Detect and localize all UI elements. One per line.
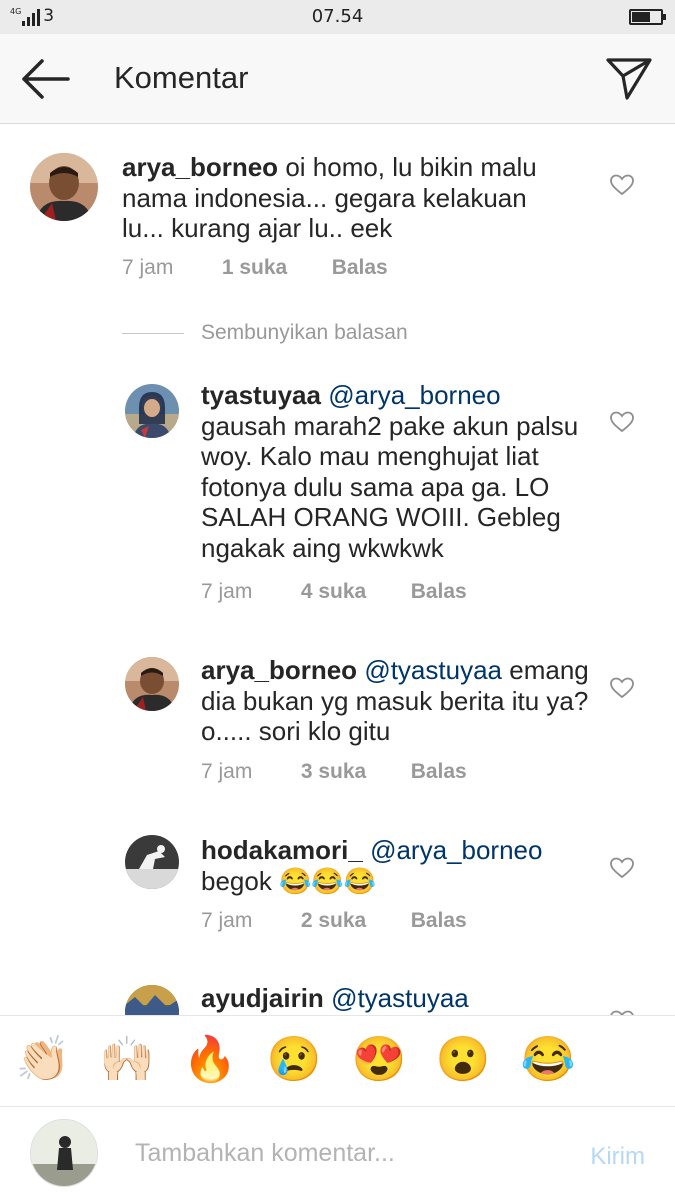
- reply-likes[interactable]: 3 suka: [301, 760, 405, 784]
- hide-replies-toggle[interactable]: Sembunyikan balasan: [122, 318, 408, 348]
- reply-item: hodakamori_ @arya_borneo begok 😂😂😂 7 jam…: [0, 825, 675, 955]
- reply-time: 7 jam: [201, 909, 253, 932]
- comment-composer: Kirim: [0, 1107, 675, 1200]
- emoji-quick-bar: 👏🏻 🙌🏻 🔥 😢 😍 😮 😂: [0, 1015, 675, 1107]
- heart-icon: [610, 174, 634, 196]
- reply-username[interactable]: ayudjairin: [201, 983, 324, 1013]
- reply-text-block: arya_borneo @tyastuyaa emang dia bukan y…: [201, 655, 591, 747]
- paper-plane-icon: [606, 58, 652, 100]
- reply-time: 7 jam: [201, 760, 253, 783]
- heart-icon: [610, 677, 634, 699]
- emoji-tears-of-joy-button[interactable]: 😂: [518, 1034, 578, 1086]
- reply-time: 7 jam: [201, 580, 253, 603]
- post-button[interactable]: Kirim: [590, 1143, 645, 1171]
- back-button[interactable]: [18, 56, 72, 102]
- reply-button[interactable]: Balas: [411, 909, 467, 933]
- reply-meta: 7 jam 2 suka Balas: [201, 909, 467, 933]
- reply-button[interactable]: Balas: [332, 256, 388, 280]
- avatar[interactable]: [125, 657, 179, 711]
- reply-likes[interactable]: 2 suka: [301, 909, 405, 933]
- status-bar: 4G 3 07.54: [0, 0, 675, 34]
- emoji-heart-eyes-button[interactable]: 😍: [349, 1034, 409, 1086]
- avatar[interactable]: [125, 835, 179, 889]
- reply-button[interactable]: Balas: [411, 580, 467, 604]
- arrow-left-icon: [22, 59, 70, 99]
- emoji-surprised-button[interactable]: 😮: [433, 1034, 493, 1086]
- reply-meta: 7 jam 3 suka Balas: [201, 760, 467, 784]
- comment-list[interactable]: arya_borneo oi homo, lu bikin malu nama …: [0, 125, 675, 1015]
- reply-button[interactable]: Balas: [411, 760, 467, 784]
- comment-meta: 7 jam 1 suka Balas: [122, 256, 388, 280]
- page-title: Komentar: [114, 60, 249, 95]
- reply-username[interactable]: hodakamori_: [201, 835, 363, 865]
- avatar[interactable]: [125, 985, 179, 1015]
- emoji-crying-button[interactable]: 😢: [264, 1034, 324, 1086]
- mention-link[interactable]: @arya_borneo: [370, 835, 542, 865]
- reply-text-block: ayudjairin @tyastuyaa: [201, 983, 591, 1014]
- comment-input[interactable]: [135, 1133, 555, 1173]
- reply-item: tyastuyaa @arya_borneo gausah marah2 pak…: [0, 370, 675, 610]
- battery-icon: [629, 9, 666, 25]
- reply-body: gausah marah2 pake akun palsu woy. Kalo …: [201, 410, 579, 563]
- heart-icon: [610, 857, 634, 879]
- reply-likes[interactable]: 4 suka: [301, 580, 405, 604]
- share-button[interactable]: [605, 54, 653, 102]
- clock: 07.54: [311, 6, 364, 27]
- like-button[interactable]: [609, 410, 635, 434]
- like-button[interactable]: [609, 676, 635, 700]
- comment-likes[interactable]: 1 suka: [222, 256, 326, 280]
- reply-item: arya_borneo @tyastuyaa emang dia bukan y…: [0, 645, 675, 795]
- emoji-clap-button[interactable]: 👏🏻: [13, 1034, 73, 1086]
- reply-body: begok 😂😂😂: [201, 865, 377, 896]
- avatar: [30, 1119, 98, 1187]
- reply-text-block: hodakamori_ @arya_borneo begok 😂😂😂: [201, 835, 591, 896]
- comment-text: arya_borneo oi homo, lu bikin malu nama …: [122, 152, 562, 244]
- mention-link[interactable]: @arya_borneo: [328, 380, 500, 410]
- heart-icon: [610, 411, 634, 433]
- comment-item: arya_borneo oi homo, lu bikin malu nama …: [0, 125, 675, 295]
- reply-item: ayudjairin @tyastuyaa: [0, 983, 675, 1015]
- comment-time: 7 jam: [122, 256, 174, 279]
- emoji-fire-button[interactable]: 🔥: [180, 1034, 240, 1086]
- header: Komentar: [0, 34, 675, 124]
- avatar[interactable]: [30, 153, 98, 221]
- mention-link[interactable]: @tyastuyaa: [331, 983, 469, 1013]
- like-button[interactable]: [609, 856, 635, 880]
- like-button[interactable]: [609, 173, 635, 197]
- divider: [122, 332, 184, 334]
- reply-meta: 7 jam 4 suka Balas: [201, 580, 467, 604]
- avatar[interactable]: [125, 384, 179, 438]
- emoji-raised-hands-button[interactable]: 🙌🏻: [97, 1034, 157, 1086]
- reply-text-block: tyastuyaa @arya_borneo gausah marah2 pak…: [201, 380, 591, 563]
- reply-username[interactable]: arya_borneo: [201, 655, 357, 685]
- comment-username[interactable]: arya_borneo: [122, 152, 278, 182]
- mention-link[interactable]: @tyastuyaa: [364, 655, 502, 685]
- hide-replies-label: Sembunyikan balasan: [201, 321, 408, 344]
- reply-username[interactable]: tyastuyaa: [201, 380, 321, 410]
